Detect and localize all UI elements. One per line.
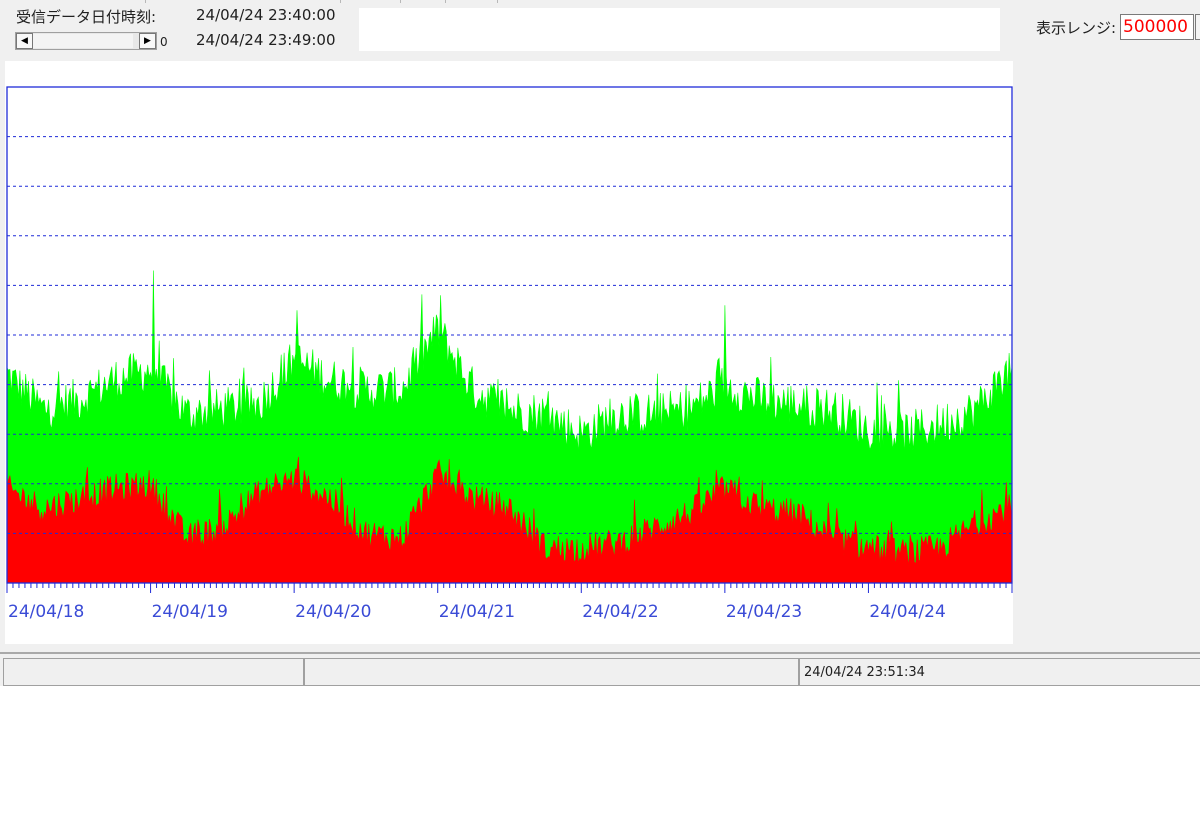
app-window: 受信データ日付時刻: 24/04/24 23:40:00 24/04/24 23… — [0, 0, 1200, 686]
status-cell-2 — [304, 658, 799, 686]
traffic-chart: 24/04/18 24/04/19 24/04/20 24/04/21 24/04/22… — [6, 86, 1013, 622]
status-cell-1 — [3, 658, 304, 686]
display-range-label: 表示レンジ: — [1036, 19, 1117, 37]
time-from-value: 24/04/24 23:40:00 — [196, 6, 336, 24]
x-tick-label: 24/04/19 — [152, 602, 228, 622]
top-border — [0, 0, 1200, 3]
x-tick-label: 24/04/21 — [439, 602, 515, 622]
scroll-position-value: 0 — [160, 35, 168, 49]
info-panel — [359, 8, 1000, 51]
x-tick-label: 24/04/23 — [726, 602, 802, 622]
scroll-left-arrow-icon[interactable]: ◀ — [16, 33, 33, 49]
scrollbar-thumb[interactable] — [33, 34, 133, 48]
x-tick-label: 24/04/22 — [582, 602, 658, 622]
display-range-input[interactable] — [1120, 14, 1194, 40]
x-tick-label: 24/04/18 — [8, 602, 84, 622]
x-axis-labels: 24/04/18 24/04/19 24/04/20 24/04/21 24/04/22… — [8, 602, 946, 622]
received-datetime-label: 受信データ日付時刻: — [16, 8, 157, 26]
x-tick-label: 24/04/20 — [295, 602, 371, 622]
status-separator — [0, 652, 1200, 654]
status-clock: 24/04/24 23:51:34 — [799, 658, 1200, 686]
display-range-spinner[interactable] — [1195, 14, 1200, 40]
x-axis-ticks — [6, 583, 1013, 593]
time-scrollbar[interactable]: ◀ ▶ — [15, 32, 157, 50]
chart-panel: 24/04/18 24/04/19 24/04/20 24/04/21 24/04/22… — [5, 61, 1013, 644]
scroll-right-arrow-icon[interactable]: ▶ — [139, 33, 156, 49]
x-tick-label: 24/04/24 — [869, 602, 945, 622]
time-to-value: 24/04/24 23:49:00 — [196, 31, 336, 49]
blank-area — [0, 686, 1200, 834]
